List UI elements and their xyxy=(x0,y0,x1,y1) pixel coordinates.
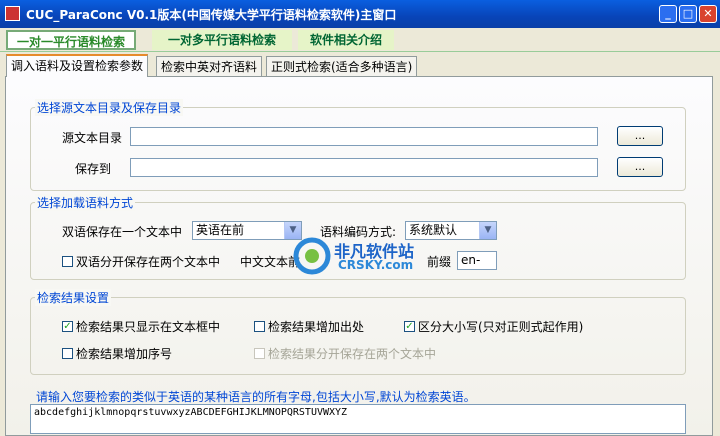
browse-save-button[interactable]: ... xyxy=(617,157,663,177)
language-order-value: 英语在前 xyxy=(196,223,245,237)
prefix-input[interactable]: en- xyxy=(457,251,497,270)
single-file-label: 双语保存在一个文本中 xyxy=(62,225,183,239)
save-dir-label: 保存到 xyxy=(75,162,112,176)
group-directories-title: 选择源文本目录及保存目录 xyxy=(35,99,184,116)
separate-files-label: 双语分开保存在两个文本中 xyxy=(76,255,221,269)
group-result-settings-title: 检索结果设置 xyxy=(35,289,112,306)
split-results-label: 检索结果分开保存在两个文本中 xyxy=(268,347,437,361)
source-dir-label: 源文本目录 xyxy=(62,131,123,145)
alphabet-prompt: 请输入您要检索的类似于英语的某种语言的所有字母,包括大小写,默认为检索英语。 xyxy=(36,390,476,404)
chevron-down-icon: ▼ xyxy=(479,222,496,239)
tab-divider xyxy=(0,51,720,52)
group-result-settings: 检索结果设置 xyxy=(30,289,686,375)
encoding-value: 系统默认 xyxy=(409,223,458,237)
source-dir-input[interactable] xyxy=(130,127,598,146)
split-results-checkbox xyxy=(254,348,265,359)
text-only-checkbox[interactable]: ✓ xyxy=(62,321,73,332)
group-directories: 选择源文本目录及保存目录 xyxy=(30,99,686,191)
subtab-regex-search[interactable]: 正则式检索(适合多种语言) xyxy=(266,56,418,76)
add-number-checkbox[interactable] xyxy=(62,348,73,359)
maximize-button[interactable]: □ xyxy=(679,5,697,23)
tab-about[interactable]: 软件相关介绍 xyxy=(298,30,394,50)
main-window: CUC_ParaConc V0.1版本(中国传媒大学平行语料检索软件)主窗口 _… xyxy=(0,0,720,436)
add-number-label: 检索结果增加序号 xyxy=(76,347,173,361)
add-source-checkbox[interactable] xyxy=(254,321,265,332)
close-button[interactable]: ✕ xyxy=(699,5,717,23)
window-title: CUC_ParaConc V0.1版本(中国传媒大学平行语料检索软件)主窗口 xyxy=(26,8,397,22)
alphabet-input[interactable]: abcdefghijklmnopqrstuvwxyzABCDEFGHIJKLMN… xyxy=(30,404,686,434)
subtab-aligned-search[interactable]: 检索中英对齐语料 xyxy=(156,56,263,76)
minimize-button[interactable]: _ xyxy=(659,5,677,23)
subtab-load-corpus[interactable]: 调入语料及设置检索参数 xyxy=(6,54,149,77)
browse-source-button[interactable]: ... xyxy=(617,126,663,146)
app-icon xyxy=(5,6,20,21)
group-load-mode-title: 选择加载语料方式 xyxy=(35,194,136,211)
separate-files-checkbox[interactable] xyxy=(62,256,73,267)
text-only-label: 检索结果只显示在文本框中 xyxy=(76,320,221,334)
watermark-logo-icon xyxy=(293,237,331,275)
save-dir-input[interactable] xyxy=(130,158,598,177)
watermark-subtext: CRSKY.com xyxy=(338,258,414,272)
add-source-label: 检索结果增加出处 xyxy=(268,320,365,334)
tab-one-to-one[interactable]: 一对一平行语料检索 xyxy=(6,30,136,50)
watermark: 非凡软件站 CRSKY.com xyxy=(292,236,442,276)
case-sensitive-checkbox[interactable]: ✓ xyxy=(404,321,415,332)
tab-one-to-many[interactable]: 一对多平行语料检索 xyxy=(152,30,292,50)
title-bar[interactable]: CUC_ParaConc V0.1版本(中国传媒大学平行语料检索软件)主窗口 _… xyxy=(0,0,720,28)
chinese-prefix-label: 中文文本前 xyxy=(240,255,301,269)
language-order-select[interactable]: 英语在前 ▼ xyxy=(192,221,302,240)
case-sensitive-label: 区分大小写(只对正则式起作用) xyxy=(418,320,584,334)
